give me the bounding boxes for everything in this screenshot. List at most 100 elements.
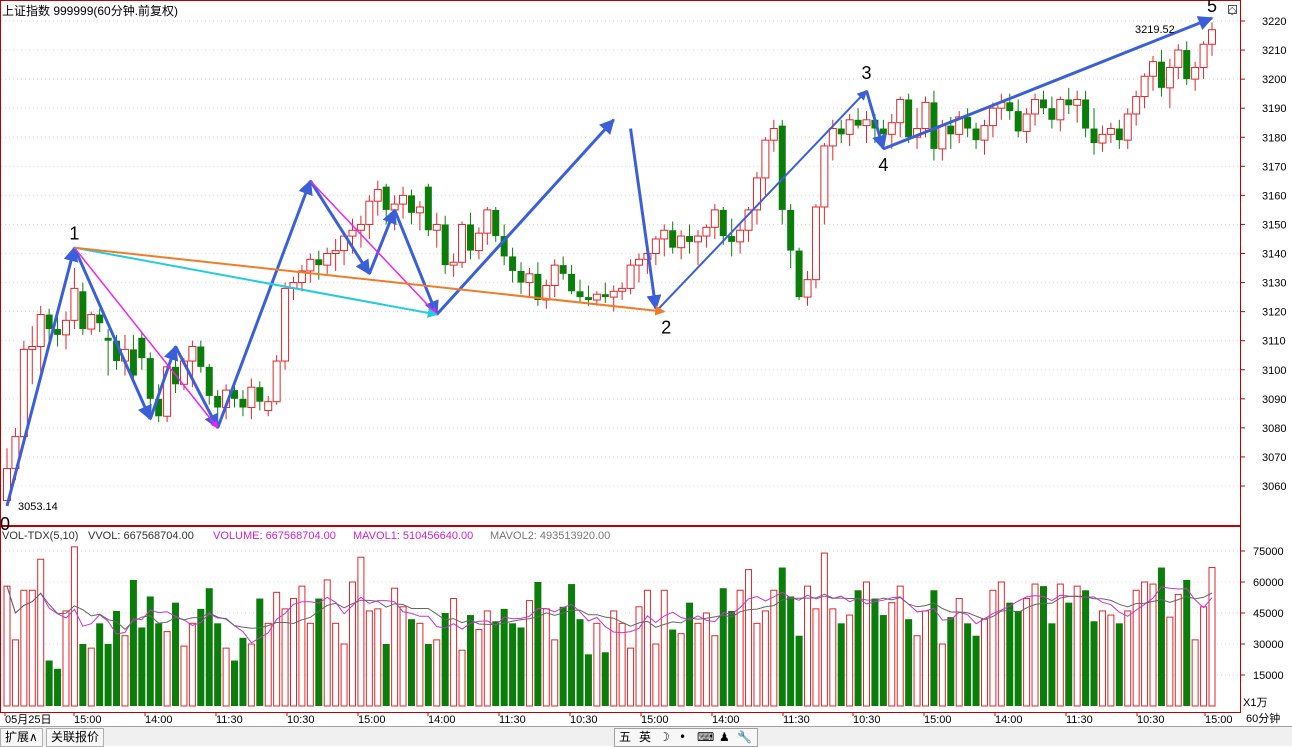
candle-body bbox=[96, 314, 104, 324]
candle-body bbox=[1082, 99, 1090, 129]
volume-bar bbox=[534, 582, 542, 706]
x-tick-label: 11:30 bbox=[783, 714, 810, 726]
volume-bar bbox=[407, 619, 415, 706]
volume-bar bbox=[11, 639, 19, 707]
candle-body bbox=[980, 125, 989, 141]
volume-bar bbox=[677, 633, 685, 707]
candle bbox=[138, 331, 146, 370]
price-tick-label: 3150 bbox=[1262, 219, 1286, 231]
candle bbox=[449, 253, 458, 277]
candle bbox=[778, 119, 786, 225]
candle bbox=[769, 119, 778, 152]
candle bbox=[534, 262, 542, 306]
candle bbox=[626, 259, 635, 295]
volume-bar bbox=[273, 591, 281, 707]
ime-keyboard-icon[interactable]: ⌨ bbox=[697, 729, 714, 746]
candle-body bbox=[517, 270, 525, 283]
candle-body bbox=[323, 253, 332, 266]
candle-body bbox=[315, 259, 323, 266]
ime-moon-icon[interactable]: ☽ bbox=[659, 729, 670, 746]
candle-body bbox=[509, 256, 517, 271]
candle-body bbox=[584, 297, 592, 300]
x-tick-label: 10:30 bbox=[287, 714, 315, 726]
x-tick-label: 11:30 bbox=[1066, 714, 1093, 726]
candle bbox=[752, 172, 761, 225]
ime-user-icon[interactable]: ♟ bbox=[719, 729, 730, 746]
candle-body bbox=[736, 229, 745, 243]
kline-chart[interactable]: 012345 306030703080309031003110312031303… bbox=[0, 0, 1292, 726]
x-tick-label: 10:30 bbox=[853, 714, 881, 726]
candle bbox=[239, 390, 247, 417]
candle bbox=[1090, 108, 1098, 155]
mavol1-line bbox=[6, 585, 1213, 644]
candle-body bbox=[921, 101, 930, 130]
volume-tick-label: 60000 bbox=[1253, 577, 1284, 589]
candle-body bbox=[559, 265, 567, 274]
candle bbox=[1174, 44, 1183, 80]
volume-bar bbox=[104, 644, 112, 706]
magenta-trendline bbox=[73, 247, 219, 429]
candle-body bbox=[930, 102, 938, 149]
candle bbox=[297, 265, 306, 292]
volume-tick-label: 75000 bbox=[1253, 546, 1284, 558]
volume-bar bbox=[306, 622, 314, 707]
candle-body bbox=[1048, 108, 1056, 120]
candle bbox=[787, 204, 795, 269]
volume-bar bbox=[930, 590, 938, 706]
candle bbox=[1115, 119, 1123, 149]
candle-body bbox=[787, 209, 795, 251]
volume-bar bbox=[837, 623, 845, 706]
candle-body bbox=[1039, 99, 1047, 109]
volume-bar bbox=[433, 639, 441, 707]
candle-body bbox=[474, 232, 483, 252]
candle bbox=[803, 270, 812, 306]
volume-bar bbox=[938, 643, 946, 707]
ime-wrench-icon[interactable]: 🔧 bbox=[737, 729, 752, 746]
candle-body bbox=[70, 287, 79, 321]
related-quotes-tab[interactable]: 关联报价 bbox=[46, 728, 105, 747]
candle bbox=[1048, 96, 1056, 129]
ime-wubi-icon[interactable]: 五 bbox=[619, 729, 631, 746]
volume-bar bbox=[155, 623, 163, 706]
ime-toolbar[interactable]: 五 英 ☽ • ⌨ ♟ 🔧 bbox=[614, 728, 758, 747]
candle-body bbox=[1106, 128, 1115, 135]
volume-bar bbox=[247, 643, 255, 707]
diamond-icon[interactable]: ◇ bbox=[1228, 5, 1237, 17]
candle bbox=[483, 207, 492, 245]
candle-body bbox=[778, 125, 786, 210]
candle bbox=[466, 212, 474, 260]
candle-body bbox=[28, 346, 37, 350]
candle bbox=[1208, 22, 1216, 56]
candle-body bbox=[424, 186, 432, 231]
candle bbox=[997, 93, 1006, 120]
expand-tab[interactable]: 扩展∧ bbox=[0, 728, 43, 747]
candle bbox=[568, 265, 576, 295]
candle bbox=[980, 119, 989, 155]
volume-bar bbox=[1157, 567, 1165, 706]
candle bbox=[1014, 99, 1022, 138]
candle bbox=[1098, 125, 1107, 152]
ime-dot-icon[interactable]: • bbox=[679, 729, 686, 746]
volume-bar bbox=[391, 587, 399, 707]
candle bbox=[930, 90, 938, 161]
candle-body bbox=[36, 314, 45, 347]
candle-body bbox=[677, 235, 686, 249]
candle-body bbox=[702, 226, 711, 237]
candle bbox=[1123, 108, 1132, 149]
volume-bar bbox=[1031, 583, 1039, 707]
candle bbox=[862, 111, 871, 144]
candle bbox=[1199, 41, 1208, 80]
ime-english-icon[interactable]: 英 bbox=[639, 729, 651, 746]
x-tick-label: 10:30 bbox=[570, 714, 598, 726]
wave-label-2: 2 bbox=[661, 318, 671, 338]
volume-bar bbox=[96, 623, 104, 706]
wave-label-3: 3 bbox=[862, 63, 872, 83]
candle bbox=[1183, 41, 1191, 85]
high-price-label: 3219.52 bbox=[1135, 24, 1175, 36]
candle bbox=[205, 363, 213, 405]
candle-body bbox=[331, 250, 340, 254]
period-label[interactable]: 60分钟 bbox=[1246, 711, 1280, 725]
volume-bar bbox=[635, 606, 643, 707]
candle-body bbox=[356, 223, 365, 231]
volume-bar bbox=[618, 622, 626, 707]
